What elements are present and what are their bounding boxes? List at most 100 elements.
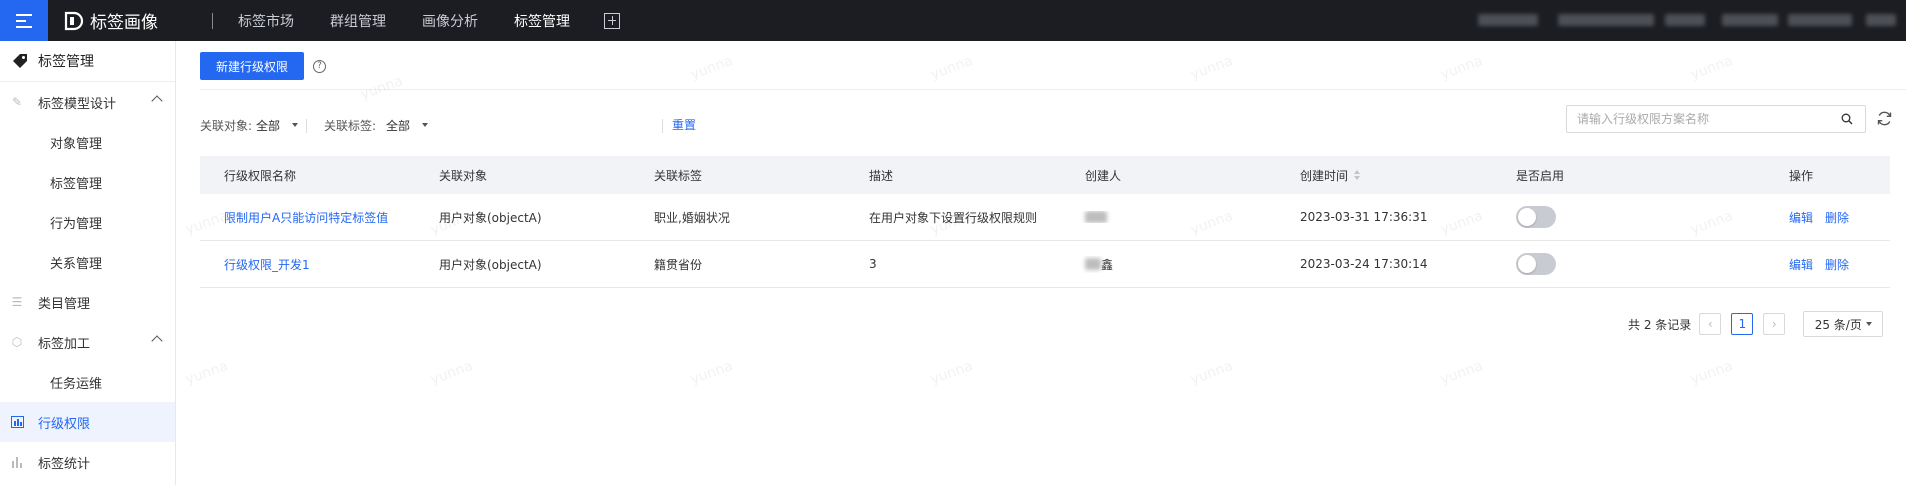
sort-icon[interactable] (1354, 170, 1361, 180)
row-created-at: 2023-03-24 17:30:14 (1300, 257, 1428, 271)
row-name-cell: 限制用户A只能访问特定标签值 (200, 209, 415, 226)
sidebar-item-tag-processing[interactable]: ⬡ 标签加工 (0, 322, 175, 362)
col-header-actions: 操作 (1789, 168, 1814, 183)
brand-logo-icon (64, 11, 84, 30)
enable-toggle[interactable] (1516, 206, 1556, 228)
sidebar-item-row-permission[interactable]: 行级权限 (0, 402, 175, 442)
brand[interactable]: 标签画像 (62, 0, 158, 41)
top-bar: 标签画像 标签市场 群组管理 画像分析 标签管理 (0, 0, 1906, 41)
caret-down-icon (1865, 322, 1872, 326)
hamburger-icon (16, 13, 32, 28)
sidebar-subitem-task-ops[interactable]: 任务运维 (0, 362, 175, 402)
top-nav-item-portrait-analysis[interactable]: 画像分析 (422, 11, 478, 31)
filter-label: 关联对象: (200, 118, 253, 133)
col-header-tag: 关联标签 (654, 168, 703, 183)
table-row: 限制用户A只能访问特定标签值 用户对象(objectA) 职业,婚姻状况 在用户… (200, 194, 1890, 241)
col-header-creator: 创建人 (1085, 168, 1122, 183)
row-tag: 职业,婚姻状况 (654, 210, 730, 225)
row-description: 3 (869, 257, 877, 271)
sidebar-item-category-management[interactable]: ☰ 类目管理 (0, 282, 175, 322)
search-icon[interactable] (1841, 113, 1853, 125)
user-info-redacted (1665, 14, 1705, 26)
chevron-up-icon (151, 335, 163, 347)
divider (200, 89, 1906, 90)
top-nav-item-group-management[interactable]: 群组管理 (330, 11, 386, 31)
next-page-button[interactable]: › (1763, 313, 1786, 335)
row-creator (1061, 211, 1276, 223)
sidebar: 标签管理 ✎ 标签模型设计 对象管理 标签管理 行为管理 关系管理 ☰ 类目管理… (0, 41, 176, 485)
top-nav-item-tag-management[interactable]: 标签管理 (514, 11, 570, 31)
row-actions: 编辑 删除 (1765, 209, 1890, 226)
list-icon: ☰ (11, 295, 23, 309)
creator-redacted (1085, 211, 1107, 223)
sidebar-subitem-relation-management[interactable]: 关系管理 (0, 242, 175, 282)
sidebar-item-label: 类目管理 (38, 296, 91, 312)
design-icon: ✎ (11, 95, 23, 109)
creator-suffix: 鑫 (1101, 257, 1114, 272)
creator-redacted (1085, 258, 1101, 270)
sidebar-item-label: 标签模型设计 (38, 96, 117, 112)
sidebar-item-label: 标签统计 (38, 456, 91, 472)
row-description: 在用户对象下设置行级权限规则 (869, 210, 1038, 225)
row-name-cell: 行级权限_开发1 (200, 256, 415, 273)
user-info-redacted (1558, 14, 1654, 26)
caret-down-icon (292, 123, 299, 127)
sidebar-header: 标签管理 (0, 41, 175, 82)
filter-related-tag[interactable]: 关联标签: 全部 (324, 113, 429, 137)
filter-divider (662, 119, 663, 133)
chevron-up-icon (151, 95, 163, 107)
permission-icon (10, 415, 24, 429)
total-records: 共 2 条记录 (1628, 317, 1692, 332)
col-header-enabled: 是否启用 (1516, 168, 1565, 183)
sidebar-item-tag-statistics[interactable]: 标签统计 (0, 442, 175, 482)
caret-down-icon (422, 123, 429, 127)
row-name-link[interactable]: 限制用户A只能访问特定标签值 (224, 209, 388, 226)
sidebar-item-tag-model-design[interactable]: ✎ 标签模型设计 (0, 82, 175, 122)
filter-value: 全部 (386, 118, 411, 133)
edit-link[interactable]: 编辑 (1789, 256, 1813, 273)
enable-toggle[interactable] (1516, 253, 1556, 275)
col-header-object: 关联对象 (439, 168, 488, 183)
add-tab-icon[interactable] (604, 12, 620, 29)
row-enabled-cell (1492, 206, 1765, 228)
top-nav-item-tag-market[interactable]: 标签市场 (238, 11, 294, 31)
menu-toggle-button[interactable] (0, 0, 48, 41)
main-content: 新建行级权限 ? 关联对象: 全部 关联标签: 全部 重置 行级权限名称 关联对… (176, 41, 1906, 485)
sidebar-header-title: 标签管理 (38, 54, 94, 70)
filter-label: 关联标签: (324, 118, 377, 133)
user-info-redacted[interactable] (1478, 14, 1538, 26)
process-icon: ⬡ (11, 335, 23, 349)
new-row-permission-button[interactable]: 新建行级权限 (200, 52, 304, 80)
bar-chart-icon (10, 455, 24, 469)
user-info-redacted (1788, 14, 1852, 26)
delete-link[interactable]: 删除 (1825, 256, 1849, 273)
reset-link[interactable]: 重置 (672, 113, 696, 137)
col-header-description: 描述 (869, 168, 894, 183)
page-size-value: 25 条/页 (1814, 317, 1862, 332)
sidebar-item-label: 行级权限 (38, 416, 91, 432)
page-size-select[interactable]: 25 条/页 (1803, 311, 1884, 337)
user-info-redacted (1866, 14, 1896, 26)
sidebar-subitem-object-management[interactable]: 对象管理 (0, 122, 175, 162)
col-header-created-at[interactable]: 创建时间 (1276, 167, 1492, 184)
prev-page-button[interactable]: ‹ (1699, 313, 1722, 335)
top-divider (212, 13, 213, 29)
table-header: 行级权限名称 关联对象 关联标签 描述 创建人 创建时间 是否启用 操作 (200, 156, 1890, 194)
filter-value: 全部 (256, 118, 281, 133)
refresh-icon[interactable] (1876, 110, 1893, 127)
row-object: 用户对象(objectA) (439, 257, 542, 272)
sidebar-subitem-behavior-management[interactable]: 行为管理 (0, 202, 175, 242)
edit-link[interactable]: 编辑 (1789, 209, 1813, 226)
sidebar-subitem-tag-management[interactable]: 标签管理 (0, 162, 175, 202)
filter-related-object[interactable]: 关联对象: 全部 (200, 113, 299, 137)
filter-divider (306, 119, 307, 133)
row-enabled-cell (1492, 253, 1765, 275)
table-row: 行级权限_开发1 用户对象(objectA) 籍贯省份 3 鑫 2023-03-… (200, 241, 1890, 288)
search-input[interactable] (1566, 105, 1866, 133)
delete-link[interactable]: 删除 (1825, 209, 1849, 226)
page-number-button[interactable]: 1 (1731, 313, 1754, 335)
row-created-at: 2023-03-31 17:36:31 (1300, 210, 1428, 224)
row-name-link[interactable]: 行级权限_开发1 (224, 256, 310, 273)
row-creator: 鑫 (1061, 256, 1276, 273)
help-icon[interactable]: ? (313, 60, 326, 73)
